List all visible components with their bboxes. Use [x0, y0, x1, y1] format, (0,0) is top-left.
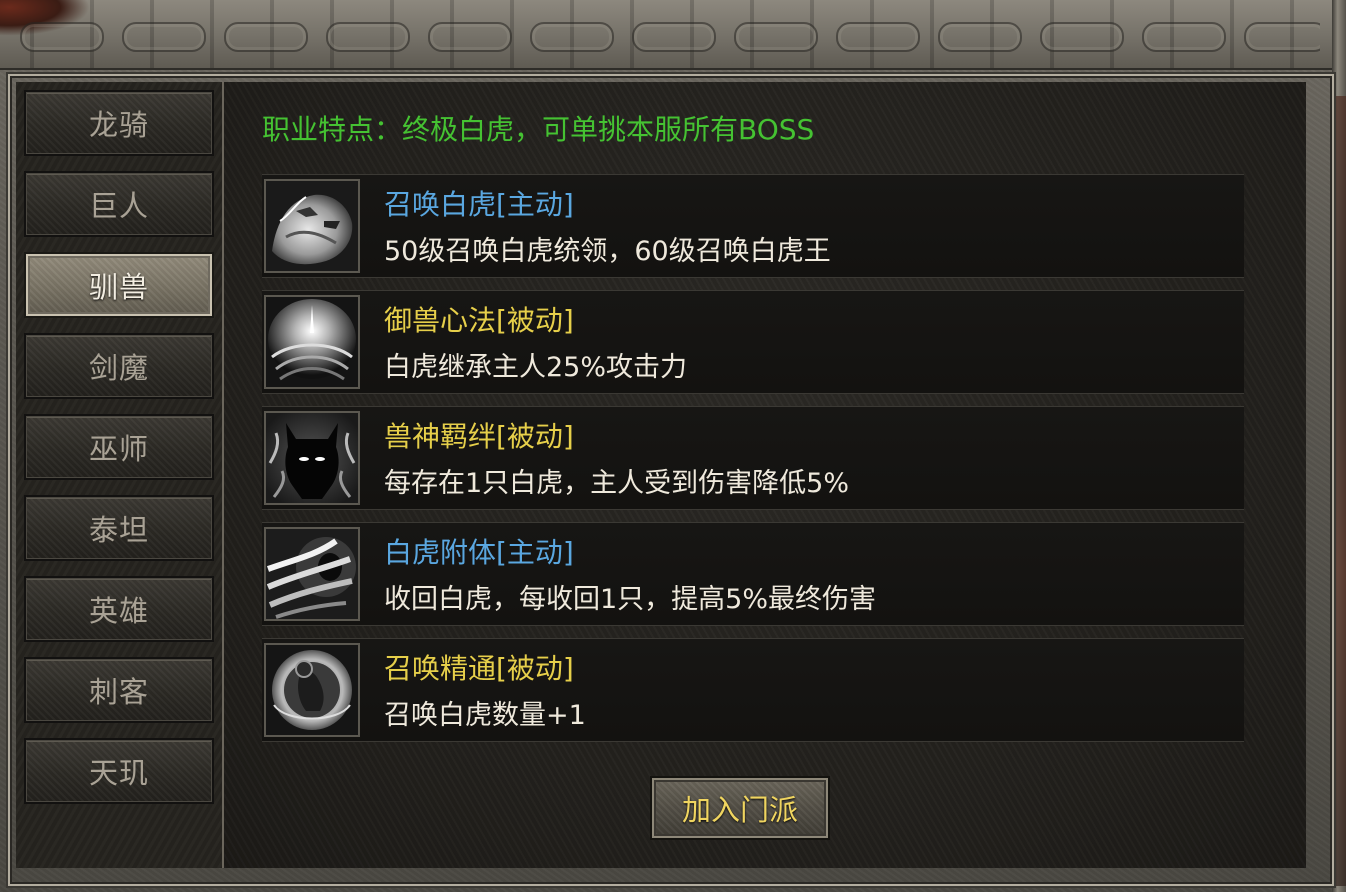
skill-row: 白虎附体[主动] 收回白虎，每收回1只，提高5%最终伤害 [262, 522, 1244, 626]
claw-slash-icon[interactable] [264, 527, 360, 621]
skill-description: 白虎继承主人25%攻击力 [384, 352, 688, 383]
skill-name: 白虎附体[主动] [384, 536, 574, 569]
tab-label: 泰坦 [88, 513, 149, 547]
tab-class-6[interactable]: 泰坦 [24, 495, 214, 561]
skill-row: 召唤白虎[主动] 50级召唤白虎统领，60级召唤白虎王 [262, 174, 1244, 278]
tab-class-7[interactable]: 英雄 [24, 576, 214, 642]
tab-label: 天玑 [88, 756, 149, 790]
tab-label: 巫师 [88, 432, 149, 466]
shadow-beast-icon[interactable] [264, 411, 360, 505]
tab-label: 刺客 [88, 675, 149, 709]
tab-class-4[interactable]: 剑魔 [24, 333, 214, 399]
tab-class-3-selected[interactable]: 驯兽 [24, 252, 214, 318]
class-sidebar: 龙骑 巨人 驯兽 剑魔 巫师 泰坦 英雄 刺客 天玑 [16, 82, 224, 868]
swirl-light-icon[interactable] [264, 295, 360, 389]
skill-name: 召唤精通[被动] [384, 652, 574, 685]
skill-description: 收回白虎，每收回1只，提高5%最终伤害 [384, 584, 877, 615]
skill-row: 御兽心法[被动] 白虎继承主人25%攻击力 [262, 290, 1244, 394]
tab-label: 驯兽 [88, 270, 149, 304]
skill-name: 御兽心法[被动] [384, 304, 574, 337]
skill-description: 每存在1只白虎，主人受到伤害降低5% [384, 468, 850, 499]
tab-class-8[interactable]: 刺客 [24, 657, 214, 723]
join-faction-button[interactable]: 加入门派 [650, 776, 830, 840]
skill-description: 召唤白虎数量+1 [384, 700, 586, 731]
skill-description: 50级召唤白虎统领，60级召唤白虎王 [384, 236, 831, 267]
join-faction-button-label: 加入门派 [681, 793, 798, 827]
tab-class-2[interactable]: 巨人 [24, 171, 214, 237]
tab-class-9[interactable]: 天玑 [24, 738, 214, 804]
class-feature-text: 职业特点：终极白虎，可单挑本服所有BOSS [262, 113, 815, 146]
class-detail-panel: 职业特点：终极白虎，可单挑本服所有BOSS 召唤白虎[主动] 50级召唤白虎统领… [224, 82, 1306, 868]
tab-class-1[interactable]: 龙骑 [24, 90, 214, 156]
skill-name: 兽神羁绊[被动] [384, 420, 574, 453]
tab-label: 剑魔 [88, 351, 149, 385]
skill-row: 兽神羁绊[被动] 每存在1只白虎，主人受到伤害降低5% [262, 406, 1244, 510]
white-tiger-icon[interactable] [264, 179, 360, 273]
tab-label: 巨人 [88, 189, 149, 223]
tab-class-5[interactable]: 巫师 [24, 414, 214, 480]
skill-row: 召唤精通[被动] 召唤白虎数量+1 [262, 638, 1244, 742]
cloud-pattern [20, 22, 1320, 52]
summon-circle-icon[interactable] [264, 643, 360, 737]
skill-name: 召唤白虎[主动] [384, 188, 574, 221]
right-rim-accent [1336, 96, 1346, 886]
tab-label: 龙骑 [88, 108, 149, 142]
ornate-top-border [0, 0, 1346, 70]
tab-label: 英雄 [88, 594, 149, 628]
window-frame: 龙骑 巨人 驯兽 剑魔 巫师 泰坦 英雄 刺客 天玑 职业特点：终极白虎，可单挑… [0, 0, 1346, 892]
